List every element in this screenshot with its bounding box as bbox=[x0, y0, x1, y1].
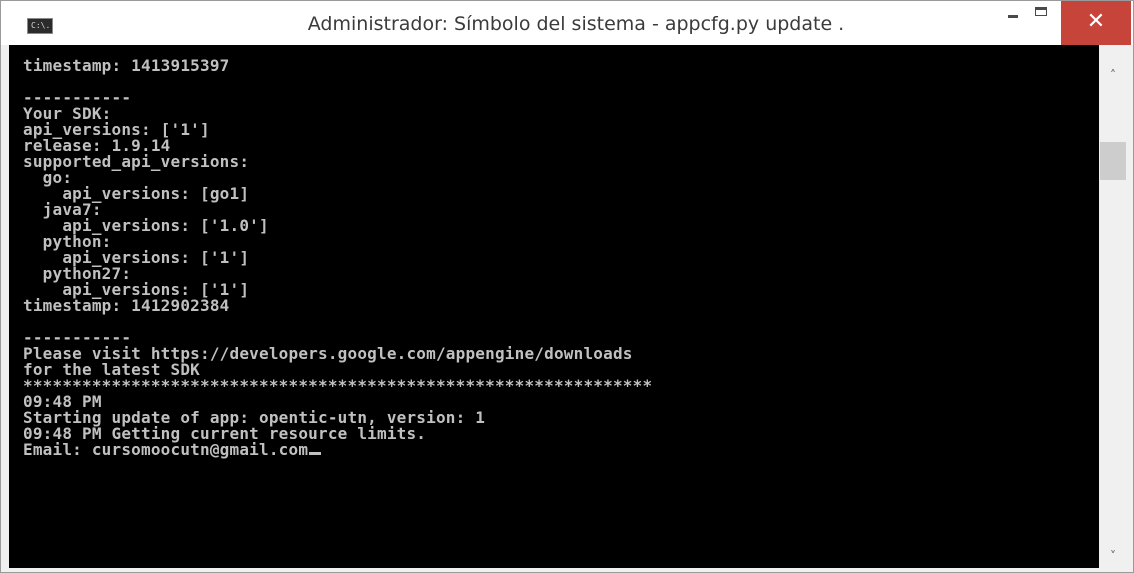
console-line: ****************************************… bbox=[23, 376, 653, 395]
console-lines: timestamp: 1413915397 ----------- Your SDK… bbox=[23, 58, 652, 458]
console-line: api_versions: [go1] bbox=[23, 184, 250, 203]
window-title: Administrador: Símbolo del sistema - app… bbox=[307, 13, 845, 35]
console-line: ----------- bbox=[23, 88, 132, 107]
maximize-button[interactable] bbox=[1029, 1, 1055, 25]
scroll-up-button[interactable]: ˄ bbox=[1099, 63, 1127, 87]
console-window: C:\. Administrador: Símbolo del sistema … bbox=[0, 0, 1134, 573]
console-line: Email: cursomoocutn@gmail.com bbox=[23, 442, 652, 458]
console-line: supported_api_versions: bbox=[23, 152, 250, 171]
console-line: timestamp: 1412902384 bbox=[23, 296, 230, 315]
scroll-thumb[interactable] bbox=[1100, 142, 1126, 180]
console-line: api_versions: ['1.0'] bbox=[23, 216, 269, 235]
vertical-scrollbar[interactable]: ˄ ˅ bbox=[1099, 63, 1127, 568]
minimize-button[interactable] bbox=[1001, 1, 1027, 25]
title-bar[interactable]: C:\. Administrador: Símbolo del sistema … bbox=[1, 1, 1133, 45]
scroll-down-button[interactable]: ˅ bbox=[1099, 544, 1127, 568]
command-prompt-icon[interactable]: C:\. bbox=[27, 18, 53, 34]
console-line: timestamp: 1413915397 bbox=[23, 56, 230, 75]
close-button[interactable]: ✕ bbox=[1061, 1, 1131, 45]
console-output[interactable]: timestamp: 1413915397 ----------- Your SDK… bbox=[9, 45, 1099, 568]
text-cursor bbox=[309, 452, 322, 455]
